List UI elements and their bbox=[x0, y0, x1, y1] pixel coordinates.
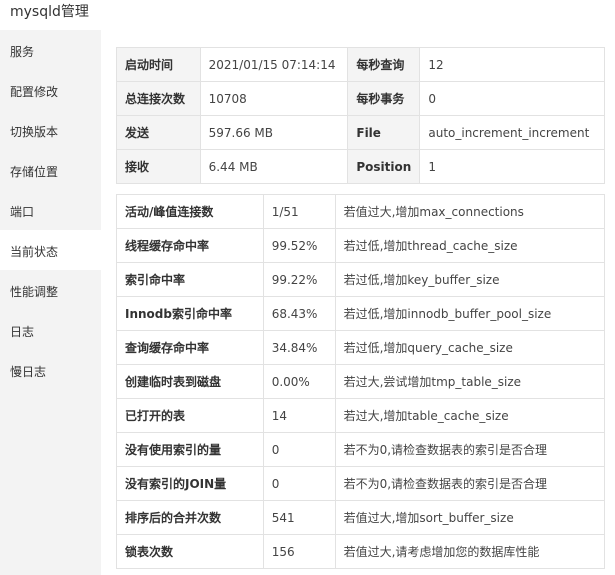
window-title: mysqld管理 bbox=[0, 0, 615, 30]
info-key: Position bbox=[347, 149, 421, 184]
info-value: 6.44 MB bbox=[199, 149, 349, 184]
table-row: Innodb索引命中率 68.43% 若过低,增加innodb_buffer_p… bbox=[116, 296, 606, 331]
table-row: 发送 597.66 MB File auto_increment_increme… bbox=[116, 115, 605, 150]
info-table: 启动时间 2021/01/15 07:14:14 每秒查询 12 总连接次数 1… bbox=[116, 47, 605, 184]
table-row: 没有索引的JOIN量 0 若不为0,请检查数据表的索引是否合理 bbox=[116, 466, 606, 501]
info-key: 总连接次数 bbox=[116, 81, 201, 116]
info-value: auto_increment_increment bbox=[419, 115, 605, 150]
stat-advice: 若过低,增加innodb_buffer_pool_size bbox=[334, 296, 606, 331]
info-key: 接收 bbox=[116, 149, 201, 184]
stat-value: 156 bbox=[262, 534, 336, 569]
stat-advice: 若值过大,增加max_connections bbox=[334, 194, 606, 229]
sidebar-item-performance[interactable]: 性能调整 bbox=[0, 270, 101, 310]
stat-advice: 若过低,增加query_cache_size bbox=[334, 330, 606, 365]
stat-advice: 若过大,尝试增加tmp_table_size bbox=[334, 364, 606, 399]
table-row: 排序后的合并次数 541 若值过大,增加sort_buffer_size bbox=[116, 500, 606, 535]
info-key: 发送 bbox=[116, 115, 201, 150]
table-row: 活动/峰值连接数 1/51 若值过大,增加max_connections bbox=[116, 194, 606, 229]
stat-value: 99.22% bbox=[262, 262, 336, 297]
table-row: 查询缓存命中率 34.84% 若过低,增加query_cache_size bbox=[116, 330, 606, 365]
stat-name: 线程缓存命中率 bbox=[116, 228, 264, 263]
sidebar-item-port[interactable]: 端口 bbox=[0, 190, 101, 230]
stat-value: 0.00% bbox=[262, 364, 336, 399]
stat-advice: 若不为0,请检查数据表的索引是否合理 bbox=[334, 466, 606, 501]
info-value: 0 bbox=[419, 81, 605, 116]
info-key: File bbox=[347, 115, 421, 150]
sidebar: 服务 配置修改 切换版本 存储位置 端口 当前状态 性能调整 日志 慢日志 bbox=[0, 30, 101, 575]
stat-advice: 若值过大,增加sort_buffer_size bbox=[334, 500, 606, 535]
stat-value: 541 bbox=[262, 500, 336, 535]
stat-value: 68.43% bbox=[262, 296, 336, 331]
sidebar-item-switch-version[interactable]: 切换版本 bbox=[0, 110, 101, 150]
stat-advice: 若值过大,请考虑增加您的数据库性能 bbox=[334, 534, 606, 569]
sidebar-item-slow-log[interactable]: 慢日志 bbox=[0, 350, 101, 390]
table-row: 没有使用索引的量 0 若不为0,请检查数据表的索引是否合理 bbox=[116, 432, 606, 467]
stat-advice: 若过低,增加thread_cache_size bbox=[334, 228, 606, 263]
stat-advice: 若过大,增加table_cache_size bbox=[334, 398, 606, 433]
stat-name: 排序后的合并次数 bbox=[116, 500, 264, 535]
table-row: 创建临时表到磁盘 0.00% 若过大,尝试增加tmp_table_size bbox=[116, 364, 606, 399]
sidebar-item-config[interactable]: 配置修改 bbox=[0, 70, 101, 110]
stat-name: 查询缓存命中率 bbox=[116, 330, 264, 365]
stat-name: 没有使用索引的量 bbox=[116, 432, 264, 467]
stat-name: 没有索引的JOIN量 bbox=[116, 466, 264, 501]
stat-name: 创建临时表到磁盘 bbox=[116, 364, 264, 399]
stat-name: 锁表次数 bbox=[116, 534, 264, 569]
stat-value: 0 bbox=[262, 466, 336, 501]
stat-name: 索引命中率 bbox=[116, 262, 264, 297]
table-row: 启动时间 2021/01/15 07:14:14 每秒查询 12 bbox=[116, 47, 605, 82]
table-row: 线程缓存命中率 99.52% 若过低,增加thread_cache_size bbox=[116, 228, 606, 263]
info-value: 12 bbox=[419, 47, 605, 82]
table-row: 锁表次数 156 若值过大,请考虑增加您的数据库性能 bbox=[116, 534, 606, 569]
stat-advice: 若不为0,请检查数据表的索引是否合理 bbox=[334, 432, 606, 467]
info-value: 1 bbox=[419, 149, 605, 184]
stat-value: 34.84% bbox=[262, 330, 336, 365]
sidebar-item-service[interactable]: 服务 bbox=[0, 30, 101, 70]
info-key: 每秒查询 bbox=[347, 47, 421, 82]
stat-name: 已打开的表 bbox=[116, 398, 264, 433]
stat-name: 活动/峰值连接数 bbox=[116, 194, 264, 229]
info-value: 2021/01/15 07:14:14 bbox=[199, 47, 349, 82]
table-row: 索引命中率 99.22% 若过低,增加key_buffer_size bbox=[116, 262, 606, 297]
stat-value: 0 bbox=[262, 432, 336, 467]
table-row: 接收 6.44 MB Position 1 bbox=[116, 149, 605, 184]
sidebar-item-storage[interactable]: 存储位置 bbox=[0, 150, 101, 190]
stat-value: 14 bbox=[262, 398, 336, 433]
stat-value: 99.52% bbox=[262, 228, 336, 263]
info-key: 启动时间 bbox=[116, 47, 201, 82]
info-value: 10708 bbox=[199, 81, 349, 116]
stats-table: 活动/峰值连接数 1/51 若值过大,增加max_connections 线程缓… bbox=[116, 194, 606, 569]
status-panel: 启动时间 2021/01/15 07:14:14 每秒查询 12 总连接次数 1… bbox=[101, 30, 615, 575]
stat-value: 1/51 bbox=[262, 194, 336, 229]
table-row: 总连接次数 10708 每秒事务 0 bbox=[116, 81, 605, 116]
info-key: 每秒事务 bbox=[347, 81, 421, 116]
sidebar-item-status[interactable]: 当前状态 bbox=[0, 230, 101, 270]
info-value: 597.66 MB bbox=[199, 115, 349, 150]
sidebar-item-log[interactable]: 日志 bbox=[0, 310, 101, 350]
stat-advice: 若过低,增加key_buffer_size bbox=[334, 262, 606, 297]
stat-name: Innodb索引命中率 bbox=[116, 296, 264, 331]
table-row: 已打开的表 14 若过大,增加table_cache_size bbox=[116, 398, 606, 433]
